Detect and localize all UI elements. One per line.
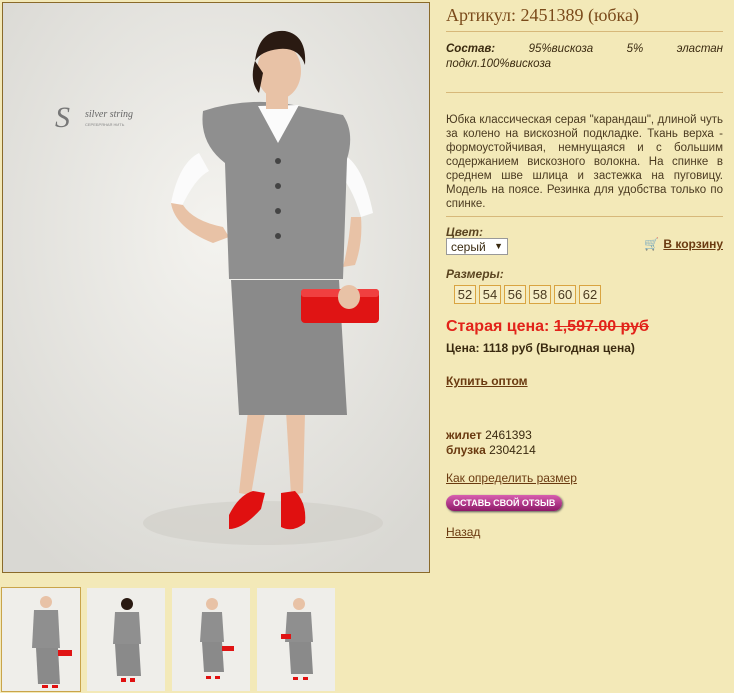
related-item-code: 2304214 <box>489 443 536 457</box>
sizes-label: Размеры: <box>446 267 504 281</box>
sizes-list: 52 54 56 58 60 62 <box>454 285 723 304</box>
leave-review-button[interactable]: ОСТАВЬ СВОЙ ОТЗЫВ <box>446 495 563 511</box>
old-price-value: 1,597.00 руб <box>553 318 649 335</box>
old-price: Старая цена: 1,597.00 руб <box>446 318 723 336</box>
size-help-link[interactable]: Как определить размер <box>446 471 723 485</box>
main-product-photo[interactable]: S silver string СЕРЕБРЯНАЯ НИТЬ <box>2 2 430 573</box>
thumbnail-image <box>172 588 250 691</box>
size-option[interactable]: 54 <box>479 285 501 304</box>
composition: Состав: 95%вискоза 5% эластан подкл.100%… <box>446 42 723 72</box>
product-title: Артикул: 2451389 (юбка) <box>446 5 639 25</box>
related-items: жилет 2461393 блузка 2304214 <box>446 428 723 458</box>
chevron-down-icon: ▼ <box>494 241 503 251</box>
color-select-value: серый <box>451 240 486 254</box>
thumbnail-image <box>257 588 335 691</box>
product-description: Юбка классическая серая "карандаш", длин… <box>446 114 723 210</box>
related-item-name: жилет <box>446 428 482 442</box>
divider <box>446 92 723 93</box>
svg-text:S: S <box>55 101 70 134</box>
thumbnail-strip <box>1 587 335 692</box>
cart-icon: 🛒 <box>644 237 660 251</box>
add-to-cart-link[interactable]: 🛒 В корзину <box>644 237 723 251</box>
related-item-code: 2461393 <box>485 428 532 442</box>
related-item[interactable]: жилет 2461393 <box>446 428 723 443</box>
thumbnail-1[interactable] <box>1 587 81 692</box>
wholesale-link[interactable]: Купить оптом <box>446 374 723 388</box>
divider <box>446 216 723 217</box>
add-to-cart-label: В корзину <box>663 237 723 251</box>
size-option[interactable]: 60 <box>554 285 576 304</box>
composition-label: Состав: <box>446 43 496 55</box>
divider <box>446 31 723 32</box>
back-link[interactable]: Назад <box>446 525 723 539</box>
model-photo: S silver string СЕРЕБРЯНАЯ НИТЬ <box>3 3 429 572</box>
thumbnail-image <box>87 588 165 691</box>
thumbnail-image <box>2 588 80 691</box>
related-item[interactable]: блузка 2304214 <box>446 443 723 458</box>
old-price-label: Старая цена: <box>446 318 550 335</box>
size-option[interactable]: 58 <box>529 285 551 304</box>
size-option[interactable]: 62 <box>579 285 601 304</box>
size-option[interactable]: 56 <box>504 285 526 304</box>
color-row: Цвет: серый ▼ 🛒 В корзину <box>446 225 723 255</box>
thumbnail-4[interactable] <box>257 588 335 691</box>
thumbnail-3[interactable] <box>172 588 250 691</box>
svg-text:СЕРЕБРЯНАЯ НИТЬ: СЕРЕБРЯНАЯ НИТЬ <box>85 122 125 127</box>
product-info-panel: Артикул: 2451389 (юбка) Состав: 95%виско… <box>446 0 723 539</box>
current-price: Цена: 1118 руб (Выгодная цена) <box>446 341 635 355</box>
related-item-name: блузка <box>446 443 486 457</box>
svg-text:silver string: silver string <box>85 109 133 120</box>
size-option[interactable]: 52 <box>454 285 476 304</box>
color-select[interactable]: серый ▼ <box>446 238 508 255</box>
thumbnail-2[interactable] <box>87 588 165 691</box>
